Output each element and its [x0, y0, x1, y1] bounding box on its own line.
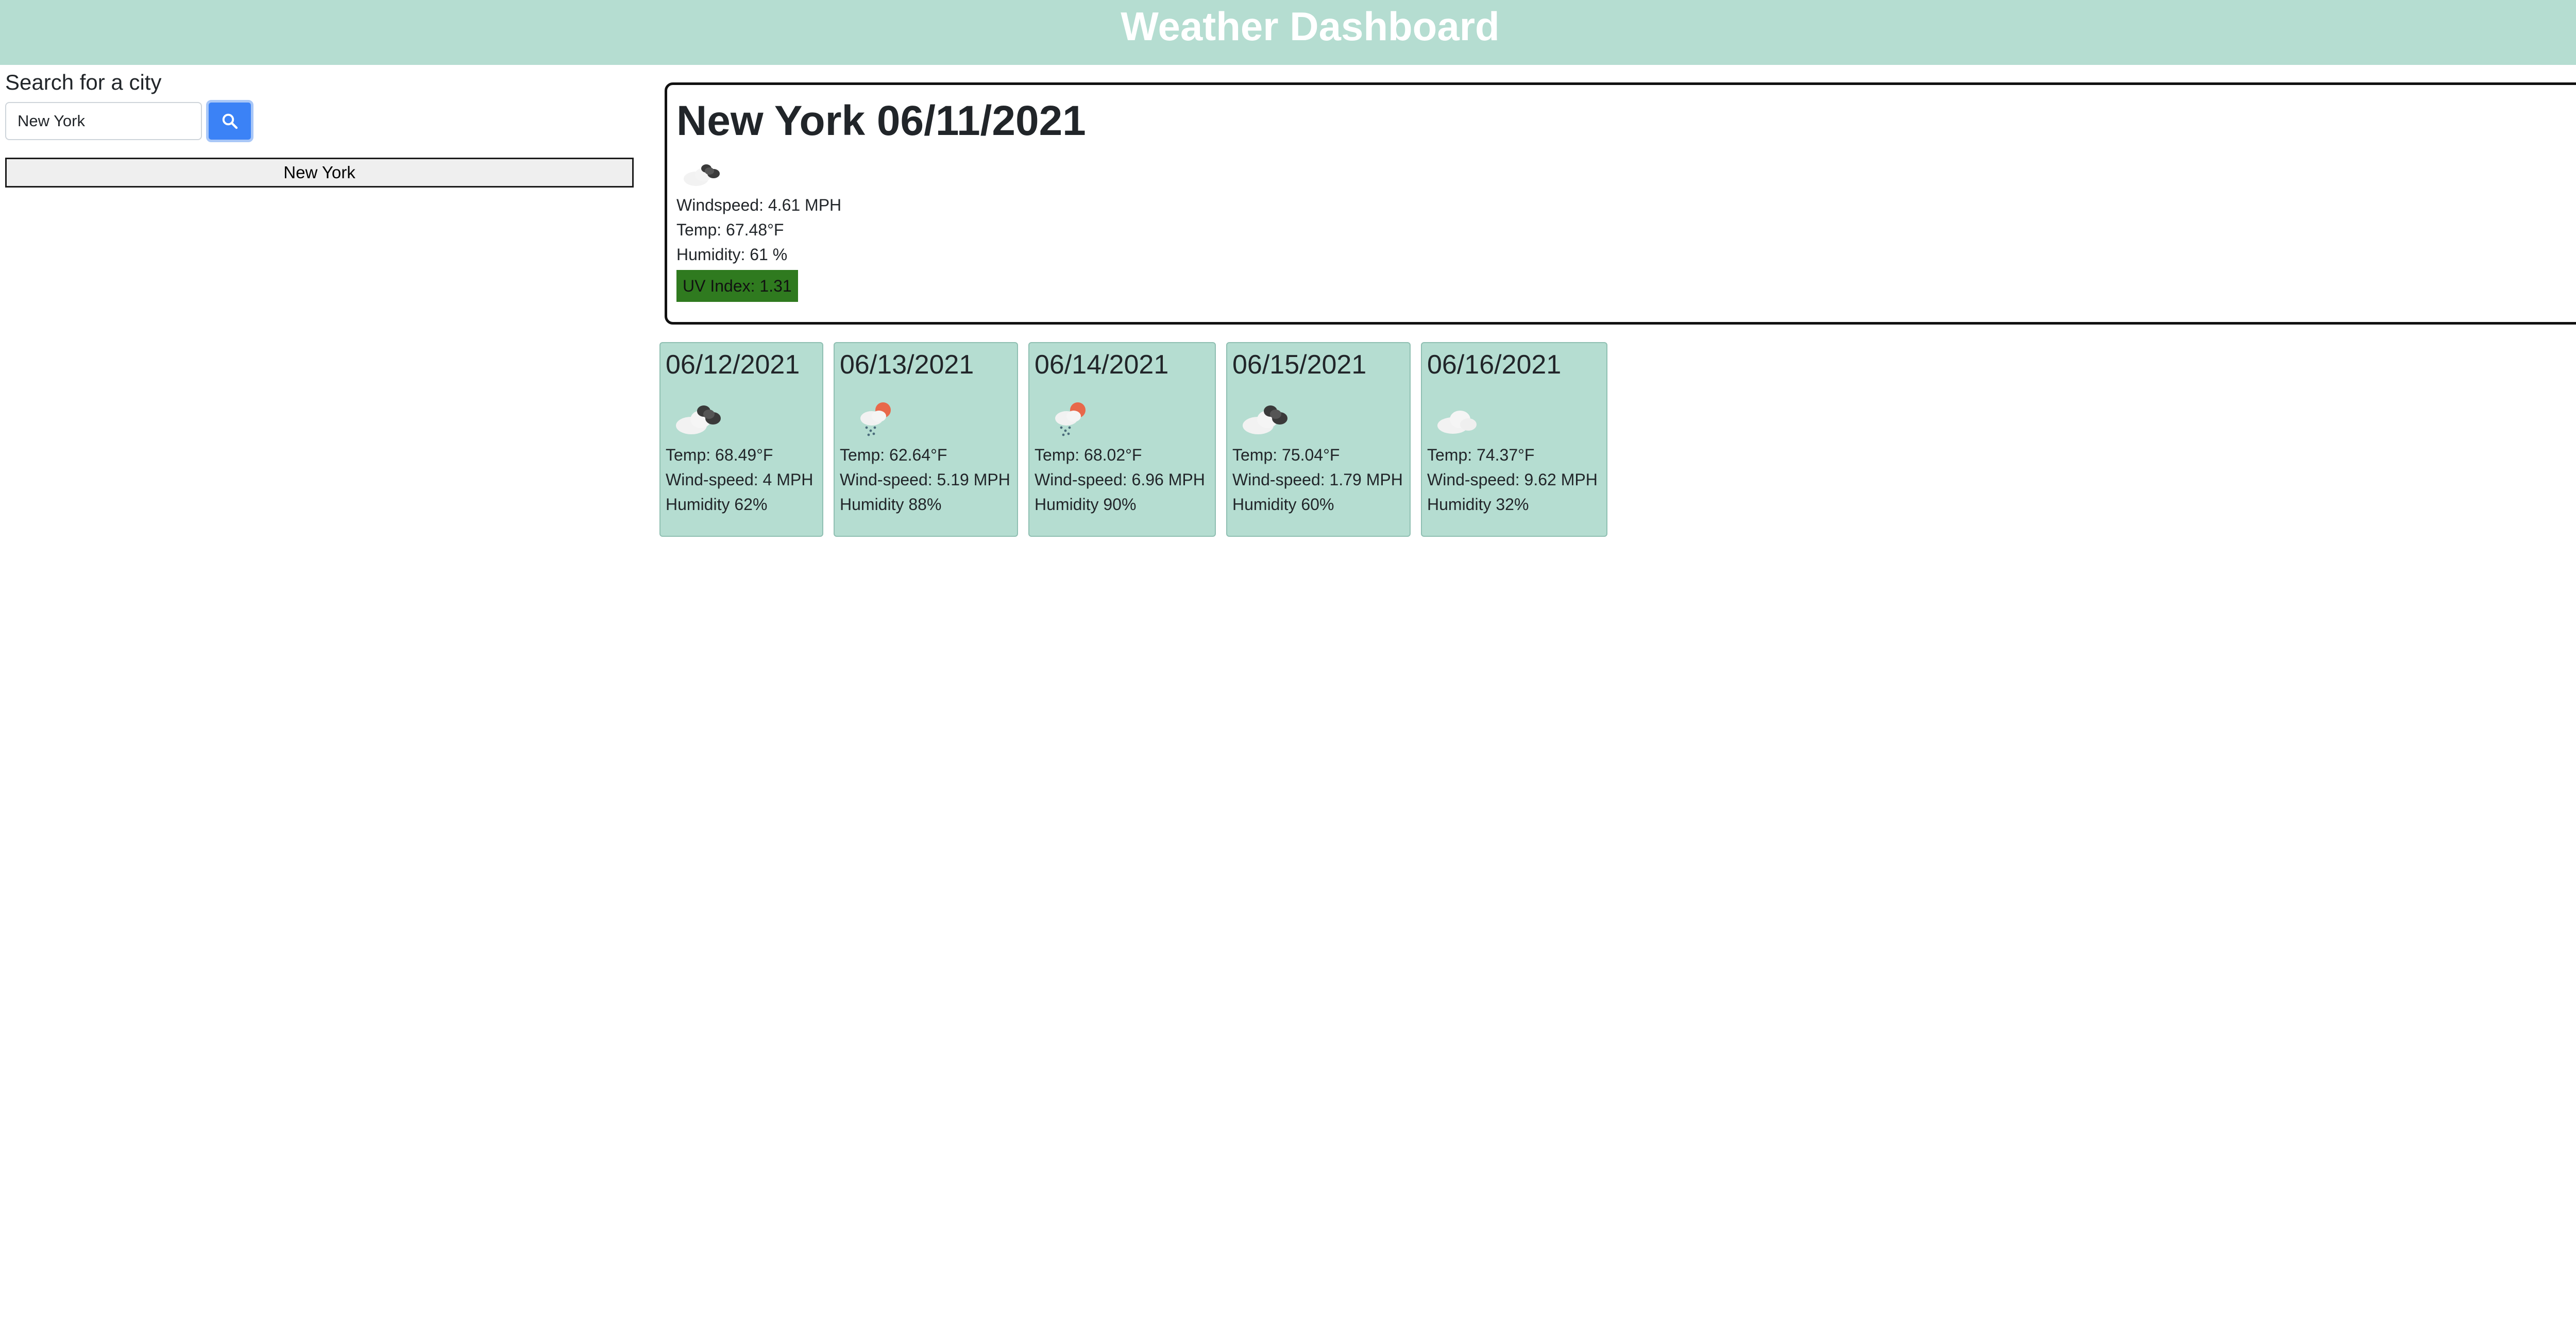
forecast-card: 06/14/2021 Temp: 68.02°F Wind-speed: 6.9…: [1028, 342, 1216, 537]
current-weather-panel: New York 06/11/2021 Windspeed: 4.61 MPH …: [665, 82, 2576, 325]
forecast-humidity: Humidity 62%: [666, 495, 768, 514]
forecast-humidity: Humidity 88%: [840, 495, 942, 514]
broken-clouds-icon: [1243, 405, 1287, 434]
forecast-temp: Temp: 75.04°F: [1232, 446, 1340, 464]
app-header: Weather Dashboard: [0, 0, 2576, 65]
search-button[interactable]: [206, 100, 253, 142]
forecast-card: 06/13/2021 Temp: 62.64°F Wind-speed: 5.1…: [834, 342, 1018, 537]
forecast-temp: Temp: 62.64°F: [840, 446, 947, 464]
forecast-wind: Wind-speed: 1.79 MPH: [1232, 470, 1403, 489]
forecast-wind: Wind-speed: 5.19 MPH: [840, 470, 1010, 489]
rain-sun-icon: [1055, 402, 1086, 436]
current-humidity: Humidity: 61 %: [676, 245, 788, 264]
forecast-temp: Temp: 68.02°F: [1035, 446, 1142, 464]
forecast-date: 06/13/2021: [840, 350, 974, 380]
current-city-date: New York 06/11/2021: [676, 97, 1086, 144]
search-row: [5, 100, 634, 142]
current-temp: Temp: 67.48°F: [676, 220, 784, 239]
forecast-date: 06/15/2021: [1232, 350, 1367, 380]
cloudy-icon: [684, 164, 720, 186]
forecast-temp: Temp: 74.37°F: [1427, 446, 1535, 464]
forecast-temp: Temp: 68.49°F: [666, 446, 773, 464]
current-windspeed: Windspeed: 4.61 MPH: [676, 196, 842, 214]
rain-sun-icon: [860, 402, 891, 436]
forecast-humidity: Humidity 90%: [1035, 495, 1137, 514]
history-city-button[interactable]: New York: [5, 158, 634, 188]
forecast-wind: Wind-speed: 6.96 MPH: [1035, 470, 1205, 489]
sidebar: Search for a city New York: [5, 68, 634, 188]
forecast-wind: Wind-speed: 9.62 MPH: [1427, 470, 1598, 489]
page-title: Weather Dashboard: [1121, 4, 1500, 49]
forecast-humidity: Humidity 32%: [1427, 495, 1529, 514]
uv-index-badge: UV Index: 1.31: [676, 270, 798, 302]
forecast-date: 06/12/2021: [666, 350, 800, 380]
search-input[interactable]: [5, 102, 202, 140]
broken-clouds-icon: [676, 405, 721, 434]
forecast-date: 06/14/2021: [1035, 350, 1169, 380]
forecast-wind: Wind-speed: 4 MPH: [666, 470, 814, 489]
search-icon: [222, 113, 238, 129]
forecast-card: 06/15/2021 Temp: 75.04°F Wind-speed: 1.7…: [1226, 342, 1411, 537]
forecast-humidity: Humidity 60%: [1232, 495, 1334, 514]
cloud-icon: [1437, 411, 1477, 434]
forecast-card: 06/16/2021 Temp: 74.37°F Wind-speed: 9.6…: [1421, 342, 1607, 537]
forecast-card: 06/12/2021 Temp: 68.49°F Wind-speed: 4 M…: [659, 342, 823, 537]
search-label: Search for a city: [5, 70, 162, 94]
forecast-date: 06/16/2021: [1427, 350, 1562, 380]
